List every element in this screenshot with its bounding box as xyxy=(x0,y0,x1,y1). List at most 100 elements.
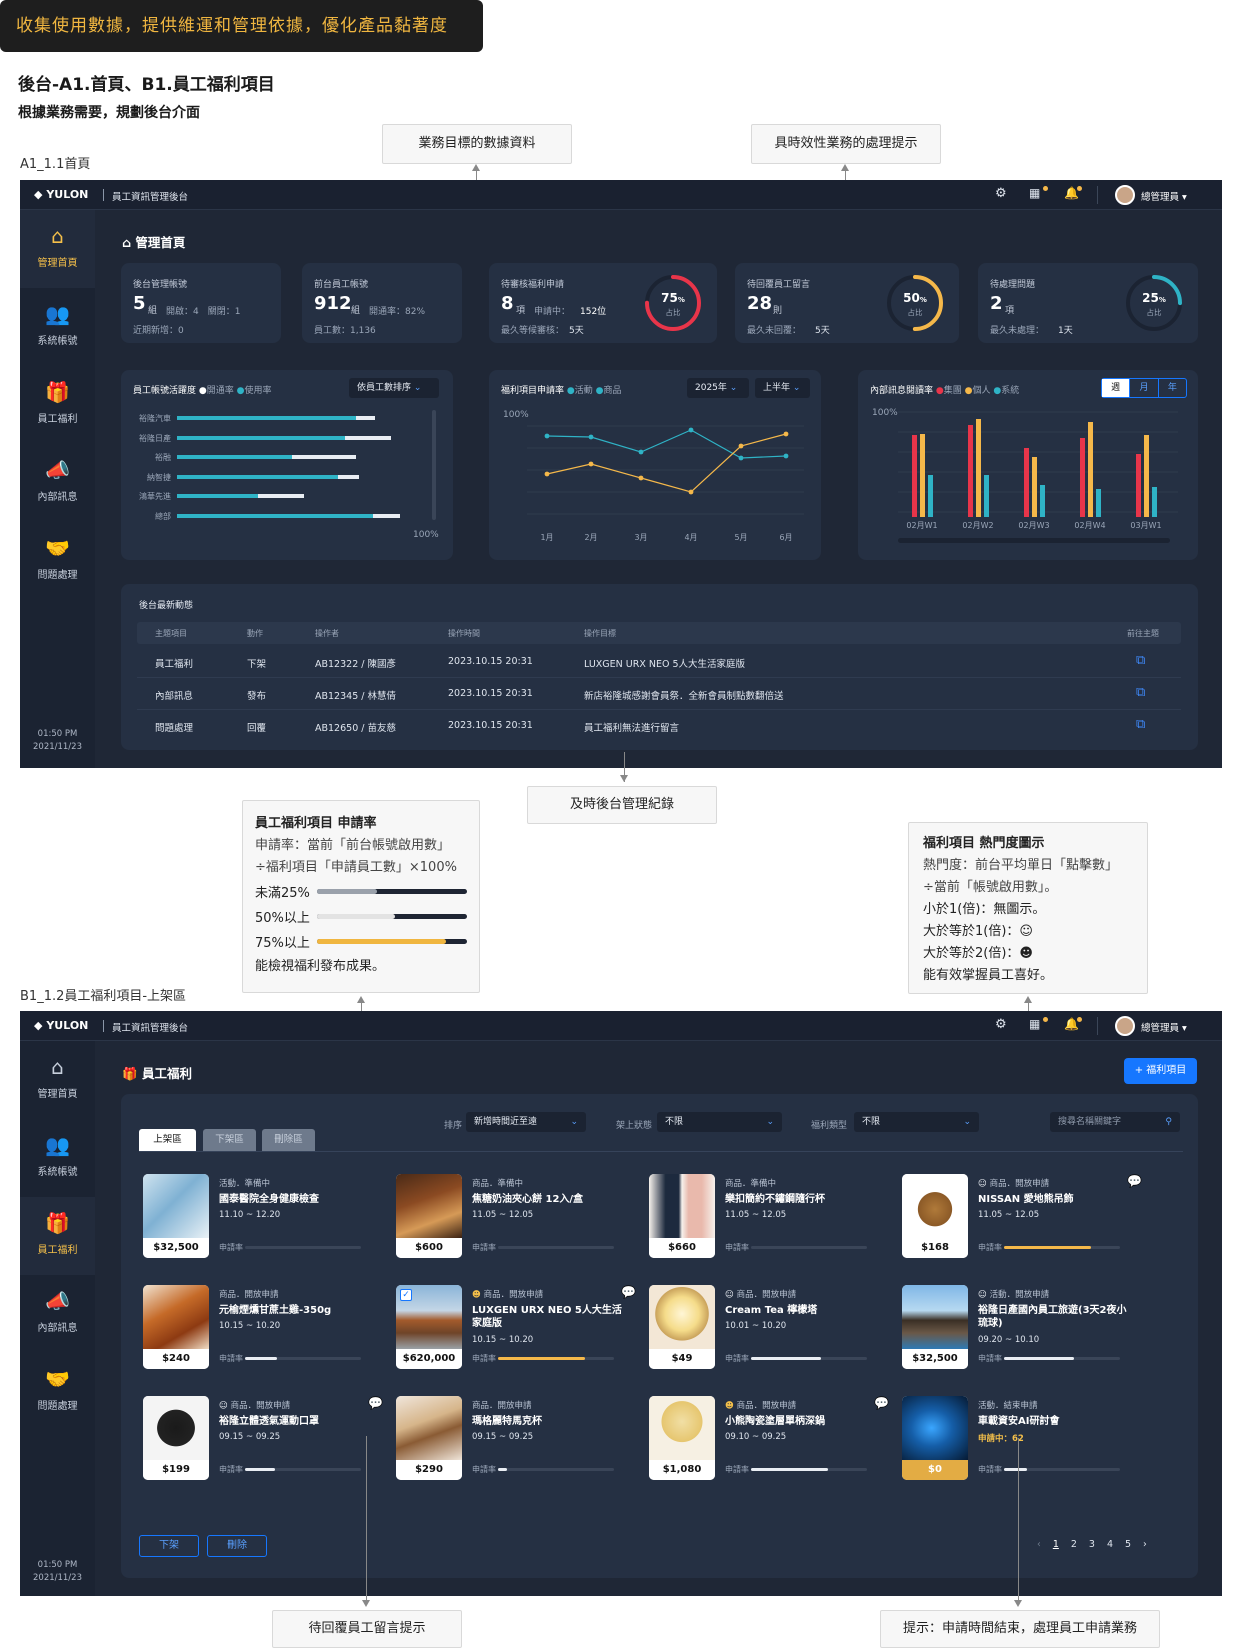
product-card[interactable]: $1,080 ☻ 商品．開放申請 小熊陶瓷塗層單柄深鍋 09.10 ~ 09.25 申請… xyxy=(649,1396,894,1482)
arrow-up-icon xyxy=(472,164,480,171)
gift-icon: 🎁 xyxy=(45,380,70,404)
nav-messages[interactable]: 📣 內部訊息 xyxy=(20,444,95,522)
page-number[interactable]: 2 xyxy=(1071,1539,1077,1550)
chat-bubble-icon[interactable]: 💬 xyxy=(1127,1174,1142,1188)
gear-icon[interactable]: ⚙ xyxy=(995,1017,1007,1032)
page-number[interactable]: 4 xyxy=(1107,1539,1113,1550)
external-link-icon[interactable]: ⧉ xyxy=(1136,717,1145,732)
bar xyxy=(1096,489,1101,517)
checkbox[interactable]: ✓ xyxy=(400,1289,412,1301)
chat-bubble-icon[interactable]: 💬 xyxy=(368,1396,383,1410)
page-number[interactable]: 5 xyxy=(1125,1539,1131,1550)
chat-bubble-icon[interactable]: 💬 xyxy=(621,1285,636,1299)
type-dropdown[interactable]: 不限 ⌄ xyxy=(854,1112,979,1132)
product-card[interactable]: $0 活動．結束申請 車載資安AI研討會 申請中：62 申請率 xyxy=(902,1396,1147,1482)
next-page-icon[interactable]: › xyxy=(1143,1539,1147,1550)
nav-issues[interactable]: 🤝 問題處理 xyxy=(20,522,95,600)
calendar-icon[interactable]: ▦ xyxy=(1029,1017,1040,1031)
x-tick: 6月 xyxy=(779,533,793,542)
product-image[interactable]: $620,000 ✓ xyxy=(396,1285,462,1369)
product-card[interactable]: $199 ☺ 商品．開放申請 裕隆立體透氣運動口罩 09.15 ~ 09.25 申請率 💬 xyxy=(143,1396,388,1482)
product-status: 商品．開放申請 xyxy=(472,1401,532,1411)
calendar-icon[interactable]: ▦ xyxy=(1029,186,1040,200)
page-number[interactable]: 1 xyxy=(1053,1539,1059,1550)
arrow-up-icon xyxy=(357,996,365,1003)
nav-accounts[interactable]: 👥 系統帳號 xyxy=(20,1119,95,1197)
product-image[interactable]: $32,500 xyxy=(902,1285,968,1369)
product-image[interactable]: $0 xyxy=(902,1396,968,1480)
product-image[interactable]: $290 xyxy=(396,1396,462,1480)
add-welfare-button[interactable]: + 福利項目 xyxy=(1124,1058,1197,1084)
product-status: ☺ 商品．開放申請 xyxy=(219,1401,291,1411)
nav-messages[interactable]: 📣 內部訊息 xyxy=(20,1275,95,1353)
product-card[interactable]: $600 商品．準備中 焦糖奶油夾心餅 12入/盒 11.05 ~ 12.05 申請率 xyxy=(396,1174,641,1260)
take-down-button[interactable]: 下架 xyxy=(139,1535,199,1557)
delete-button[interactable]: 刪除 xyxy=(207,1535,267,1557)
note-apply-rate: 員工福利項目 申請率 申請率：當前「前台帳號啟用數」 ÷福利項目「申請員工數」×… xyxy=(242,800,480,993)
logo[interactable]: ◆ YULON xyxy=(34,1019,88,1032)
nav-welfare[interactable]: 🎁 員工福利 xyxy=(20,1197,95,1275)
rate-bar-fill xyxy=(498,1357,585,1360)
chat-bubble-icon[interactable]: 💬 xyxy=(874,1396,889,1410)
nav-home[interactable]: ⌂ 管理首頁 xyxy=(20,1041,95,1119)
avatar[interactable] xyxy=(1115,185,1135,205)
prev-page-icon[interactable]: ‹ xyxy=(1037,1539,1041,1550)
nav-accounts[interactable]: 👥 系統帳號 xyxy=(20,288,95,366)
nav-home[interactable]: ⌂ 管理首頁 xyxy=(20,210,95,288)
nav-issues[interactable]: 🤝 問題處理 xyxy=(20,1353,95,1431)
stat-card[interactable]: 待回覆員工留言 28 則最久未回覆： 5天 50% 占比 xyxy=(735,263,959,343)
user-menu[interactable]: 總管理員 ▾ xyxy=(1141,1020,1187,1034)
product-image[interactable]: $168 xyxy=(902,1174,968,1258)
product-image[interactable]: $49 xyxy=(649,1285,715,1369)
external-link-icon[interactable]: ⧉ xyxy=(1136,685,1145,700)
avatar[interactable] xyxy=(1115,1016,1135,1036)
product-card[interactable]: $290 商品．開放申請 瑪格麗特馬克杯 09.15 ~ 09.25 申請率 xyxy=(396,1396,641,1482)
stat-card[interactable]: 前台員工帳號 912 組開通率：82% 員工數：1,136 xyxy=(302,263,462,343)
product-status: 商品．開放申請 xyxy=(219,1290,279,1300)
product-card[interactable]: $660 商品．準備中 樂扣簡約不鏽鋼隨行杯 11.05 ~ 12.05 申請率 xyxy=(649,1174,894,1260)
stat-card[interactable]: 待處理問題 2 項最久未處理： 1天 25% 占比 xyxy=(978,263,1198,343)
rate-bar xyxy=(498,1468,614,1471)
sidebar: ⌂ 管理首頁 👥 系統帳號 🎁 員工福利 📣 內部訊息 🤝 問題處理 01:50 PM 20… xyxy=(20,210,95,768)
product-card[interactable]: $49 ☺ 商品．開放申請 Cream Tea 檸檬塔 10.01 ~ 10.20 申請… xyxy=(649,1285,894,1371)
sort-dropdown[interactable]: 新增時間近至遠 ⌄ xyxy=(466,1112,586,1132)
product-image[interactable]: $199 xyxy=(143,1396,209,1480)
grin-icon: ☻ xyxy=(725,1401,734,1411)
nav-welfare[interactable]: 🎁 員工福利 xyxy=(20,366,95,444)
activity-sort-dropdown[interactable]: 依員工數排序 ⌄ xyxy=(349,378,439,398)
search-input[interactable]: 搜尋名稱關鍵字 ⚲ xyxy=(1050,1112,1180,1132)
product-card[interactable]: $240 商品．開放申請 元榆煙燻甘蔗土雞-350g 10.15 ~ 10.20 申請率 xyxy=(143,1285,388,1371)
logo[interactable]: ◆ YULON xyxy=(34,188,88,201)
external-link-icon[interactable]: ⧉ xyxy=(1136,653,1145,668)
product-status: ☻ 商品．開放申請 xyxy=(725,1401,797,1411)
connector-line xyxy=(1018,1438,1019,1604)
stat-value: 5 xyxy=(133,293,146,314)
product-image[interactable]: $1,080 xyxy=(649,1396,715,1480)
stat-card[interactable]: 後台管理帳號 5 組開啟：4 關閉：1 近期新增：0 xyxy=(121,263,281,343)
tab-off-shelf[interactable]: 下架區 xyxy=(203,1129,256,1151)
bar-use xyxy=(356,416,375,420)
search-icon[interactable]: ⚲ xyxy=(1165,1112,1172,1132)
rate-bar-fill xyxy=(317,889,377,894)
product-card[interactable]: $620,000 ✓ ☻ 商品．開放申請 LUXGEN URX NEO 5人大生活家庭… xyxy=(396,1285,641,1371)
product-image[interactable]: $600 xyxy=(396,1174,462,1258)
sidebar: ⌂ 管理首頁 👥 系統帳號 🎁 員工福利 📣 內部訊息 🤝 問題處理 01:50 PM 20… xyxy=(20,1041,95,1596)
product-image[interactable]: $240 xyxy=(143,1285,209,1369)
product-status: ☺ 商品．開放申請 xyxy=(725,1290,797,1300)
page-number[interactable]: 3 xyxy=(1089,1539,1095,1550)
scrollbar[interactable] xyxy=(432,410,436,520)
progress-ring-wrap: 25% 占比 xyxy=(1122,271,1186,335)
user-menu[interactable]: 總管理員 ▾ xyxy=(1141,189,1187,203)
product-card[interactable]: $32,500 ☺ 活動．開放申請 裕隆日產國內員工旅遊(3天2夜小琉球) 09.20… xyxy=(902,1285,1147,1371)
product-image[interactable]: $660 xyxy=(649,1174,715,1258)
product-image[interactable]: $32,500 xyxy=(143,1174,209,1258)
state-dropdown[interactable]: 不限 ⌄ xyxy=(657,1112,782,1132)
rate-label: 申請率 xyxy=(472,1354,496,1363)
gear-icon[interactable]: ⚙ xyxy=(995,186,1007,201)
product-card[interactable]: $32,500 活動．準備中 國泰醫院全身健康檢查 11.10 ~ 12.20 申請率 xyxy=(143,1174,388,1260)
stat-card[interactable]: 待審核福利申請 8 項申請中： 152位 最久等候審核： 5天 75% 占比 xyxy=(489,263,717,343)
product-card[interactable]: $168 ☺ 商品．開放申請 NISSAN 愛地熊吊飾 11.05 ~ 12.05 申請… xyxy=(902,1174,1147,1260)
tab-deleted[interactable]: 刪除區 xyxy=(262,1129,315,1151)
tab-on-shelf[interactable]: 上架區 xyxy=(139,1129,196,1151)
chart-scrollbar[interactable] xyxy=(898,538,1170,543)
